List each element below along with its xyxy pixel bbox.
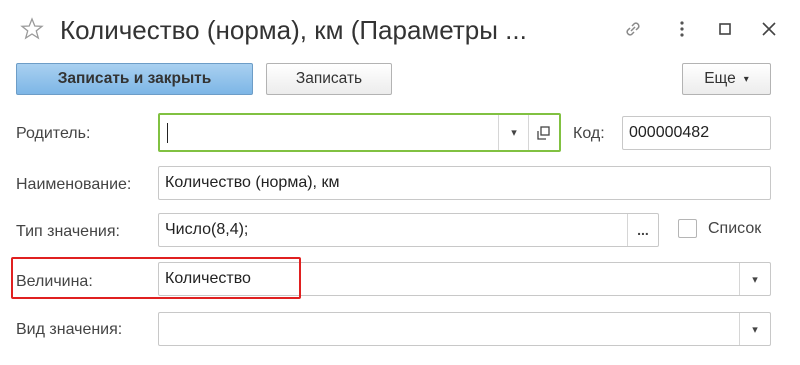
name-value: Количество (норма), км [165,174,340,191]
name-field[interactable]: Количество (норма), км [158,166,771,200]
code-value: 000000482 [629,124,710,141]
value-type-label: Тип значения: [16,223,120,240]
save-and-close-button[interactable]: Записать и закрыть [16,63,253,95]
value-kind-field[interactable]: ▾ [158,312,771,346]
parent-label: Родитель: [16,125,91,142]
close-icon[interactable] [758,18,780,40]
code-field[interactable]: 000000482 [622,116,771,150]
more-button[interactable]: Еще ▾ [682,63,771,95]
open-icon [537,125,550,140]
quantity-label: Величина: [16,273,93,290]
chevron-down-icon: ▾ [752,273,758,286]
chevron-down-icon: ▾ [752,323,758,336]
more-button-label: Еще [704,70,736,87]
value-type-field[interactable]: Число(8,4); ... [158,213,659,247]
more-vertical-icon[interactable] [671,18,693,40]
maximize-icon[interactable] [714,18,736,40]
text-cursor [167,123,168,143]
link-icon[interactable] [622,18,644,40]
parent-dropdown-button[interactable]: ▾ [498,115,529,150]
value-type-select-button[interactable]: ... [627,214,658,246]
chevron-down-icon: ▾ [511,127,517,139]
parent-open-button[interactable] [528,115,559,150]
quantity-value: Количество [165,270,251,287]
window-title: Количество (норма), км (Параметры ... [60,15,527,45]
star-icon[interactable] [20,17,44,41]
chevron-down-icon: ▾ [743,73,749,85]
save-button[interactable]: Записать [266,63,392,95]
name-label: Наименование: [16,176,132,193]
value-type-value: Число(8,4); [165,221,249,238]
quantity-dropdown-button[interactable]: ▾ [739,263,770,295]
list-checkbox[interactable] [678,219,697,238]
list-label: Список [708,220,762,237]
value-kind-label: Вид значения: [16,321,123,338]
parent-field[interactable]: ▾ [158,113,561,152]
quantity-field[interactable]: Количество ▾ [158,262,771,296]
value-kind-dropdown-button[interactable]: ▾ [739,313,770,345]
code-label: Код: [573,125,605,142]
